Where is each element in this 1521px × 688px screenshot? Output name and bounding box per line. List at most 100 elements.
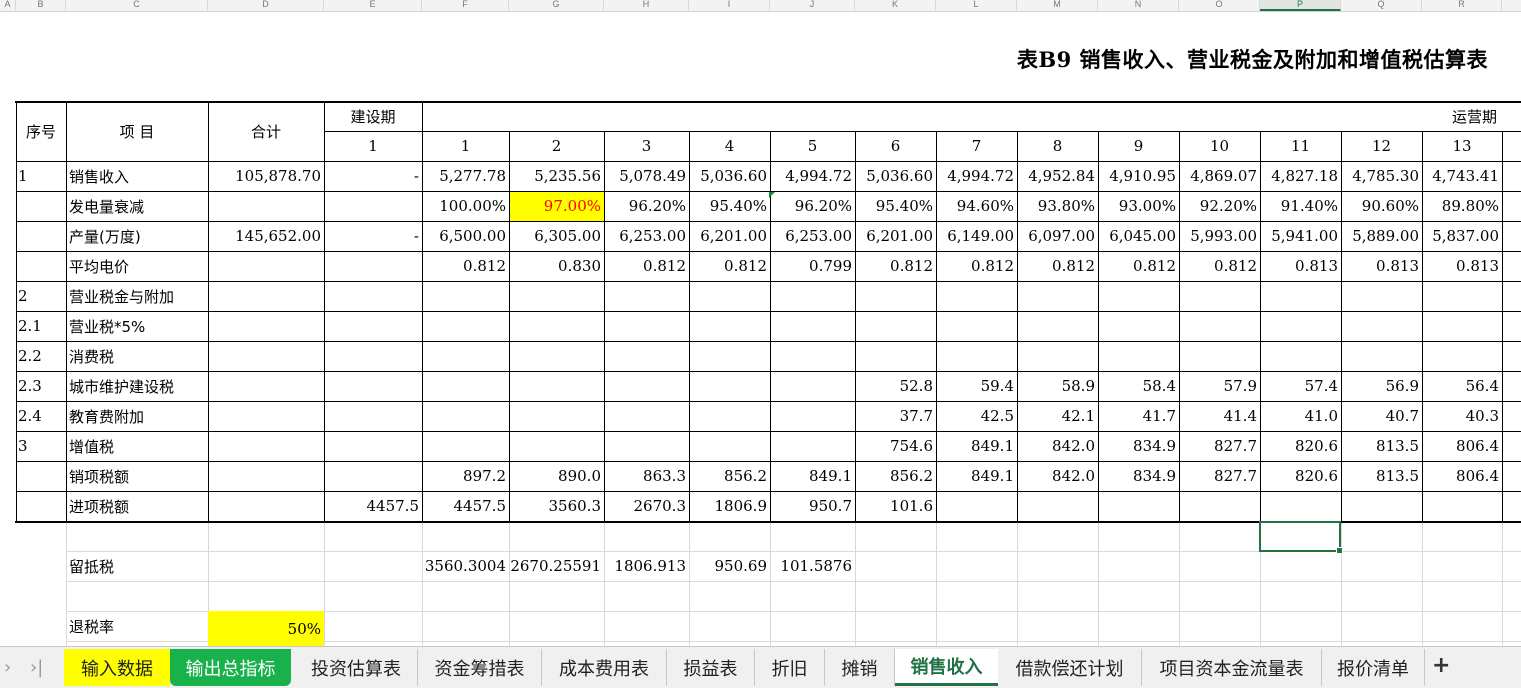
sheet-tab[interactable]: 销售收入: [895, 649, 998, 686]
data-cell[interactable]: 4457.5: [422, 491, 509, 521]
data-cell[interactable]: 834.9: [1098, 461, 1179, 491]
data-cell[interactable]: 4,952.84: [1017, 161, 1098, 191]
data-cell[interactable]: 59.4: [936, 371, 1017, 401]
data-cell[interactable]: [324, 401, 422, 431]
data-cell[interactable]: 97.00%: [509, 191, 604, 221]
plus-icon[interactable]: +: [1432, 653, 1450, 678]
data-cell[interactable]: [1341, 281, 1422, 311]
data-cell[interactable]: 100.00%: [422, 191, 509, 221]
data-cell[interactable]: 1806.9: [689, 491, 770, 521]
data-cell[interactable]: 0.812: [422, 251, 509, 281]
data-cell[interactable]: [936, 281, 1017, 311]
row-item[interactable]: 营业税*5%: [66, 311, 208, 341]
data-cell[interactable]: 4,827.18: [1260, 161, 1341, 191]
data-cell[interactable]: [689, 371, 770, 401]
data-cell[interactable]: [1179, 281, 1260, 311]
data-cell[interactable]: 58.4: [1098, 371, 1179, 401]
data-cell[interactable]: 820.6: [1260, 431, 1341, 461]
header-item[interactable]: 项 目: [66, 101, 208, 161]
row-item[interactable]: 销项税额: [66, 461, 208, 491]
sheet-tab[interactable]: 损益表: [667, 649, 755, 686]
sheet-tab[interactable]: 摊销: [825, 649, 895, 686]
data-cell[interactable]: [604, 431, 689, 461]
data-cell[interactable]: [1179, 491, 1260, 521]
row-total[interactable]: [208, 431, 324, 461]
header-period[interactable]: 13: [1422, 131, 1502, 161]
data-cell[interactable]: 89.80%: [1422, 191, 1502, 221]
data-cell[interactable]: 4,869.07: [1179, 161, 1260, 191]
data-cell[interactable]: 4,910.95: [1098, 161, 1179, 191]
data-cell[interactable]: [1502, 281, 1521, 311]
retained-tax-value[interactable]: 1806.913: [604, 551, 689, 581]
data-cell[interactable]: 5,993.00: [1179, 221, 1260, 251]
data-cell[interactable]: 806.4: [1422, 461, 1502, 491]
data-cell[interactable]: 58.9: [1017, 371, 1098, 401]
data-cell[interactable]: [422, 431, 509, 461]
data-cell[interactable]: 40.7: [1341, 401, 1422, 431]
data-cell[interactable]: [509, 371, 604, 401]
data-cell[interactable]: [1260, 341, 1341, 371]
header-period[interactable]: 1: [422, 131, 509, 161]
data-cell[interactable]: 856.2: [689, 461, 770, 491]
data-cell[interactable]: 57.9: [1179, 371, 1260, 401]
data-cell[interactable]: [1260, 491, 1341, 521]
header-period[interactable]: 1: [324, 131, 422, 161]
data-cell[interactable]: [770, 431, 855, 461]
data-cell[interactable]: [1098, 341, 1179, 371]
sheet-tab[interactable]: 借款偿还计划: [998, 649, 1142, 686]
data-cell[interactable]: 4,994.72: [936, 161, 1017, 191]
row-item[interactable]: 平均电价: [66, 251, 208, 281]
data-cell[interactable]: [1341, 341, 1422, 371]
data-cell[interactable]: [689, 311, 770, 341]
data-cell[interactable]: 0.813: [1422, 251, 1502, 281]
data-cell[interactable]: [1017, 341, 1098, 371]
data-cell[interactable]: 834.9: [1098, 431, 1179, 461]
data-cell[interactable]: [689, 431, 770, 461]
sheet-tab[interactable]: 输入数据: [64, 649, 170, 686]
data-cell[interactable]: 56.4: [1422, 371, 1502, 401]
data-cell[interactable]: 41.7: [1098, 401, 1179, 431]
data-cell[interactable]: 4: [1502, 161, 1521, 191]
data-cell[interactable]: [422, 281, 509, 311]
refund-rate-value[interactable]: 50%: [208, 611, 324, 646]
data-cell[interactable]: 92.20%: [1179, 191, 1260, 221]
data-cell[interactable]: 90.60%: [1341, 191, 1422, 221]
data-cell[interactable]: 0.830: [509, 251, 604, 281]
data-cell[interactable]: -: [324, 221, 422, 251]
data-cell[interactable]: 4457.5: [324, 491, 422, 521]
row-item[interactable]: 销售收入: [66, 161, 208, 191]
data-cell[interactable]: [770, 311, 855, 341]
row-no[interactable]: 2.3: [16, 371, 66, 401]
data-cell[interactable]: [936, 311, 1017, 341]
data-cell[interactable]: 6,201.00: [855, 221, 936, 251]
data-cell[interactable]: [1098, 281, 1179, 311]
data-cell[interactable]: [1502, 341, 1521, 371]
data-cell[interactable]: 93.80%: [1017, 191, 1098, 221]
data-cell[interactable]: 57.4: [1260, 371, 1341, 401]
data-cell[interactable]: 856.2: [855, 461, 936, 491]
data-cell[interactable]: [770, 371, 855, 401]
data-cell[interactable]: 0.813: [1260, 251, 1341, 281]
data-cell[interactable]: 0.812: [1017, 251, 1098, 281]
data-cell[interactable]: [855, 311, 936, 341]
row-total[interactable]: [208, 341, 324, 371]
data-cell[interactable]: 93.00%: [1098, 191, 1179, 221]
data-cell[interactable]: 5,941.00: [1260, 221, 1341, 251]
chevron-left-icon[interactable]: ›: [4, 657, 11, 678]
data-cell[interactable]: 897.2: [422, 461, 509, 491]
row-no[interactable]: 2.4: [16, 401, 66, 431]
data-cell[interactable]: [1179, 311, 1260, 341]
data-cell[interactable]: 37.7: [855, 401, 936, 431]
data-cell[interactable]: 6,253.00: [770, 221, 855, 251]
data-cell[interactable]: 842.0: [1017, 431, 1098, 461]
data-cell[interactable]: 890.0: [509, 461, 604, 491]
row-no[interactable]: 3: [16, 431, 66, 461]
header-period[interactable]: 8: [1017, 131, 1098, 161]
row-total[interactable]: [208, 401, 324, 431]
retained-tax-value[interactable]: 101.5876: [770, 551, 855, 581]
data-cell[interactable]: 6,500.00: [422, 221, 509, 251]
row-no[interactable]: 2.1: [16, 311, 66, 341]
header-period[interactable]: 3: [604, 131, 689, 161]
data-cell[interactable]: [770, 341, 855, 371]
data-cell[interactable]: [1502, 191, 1521, 221]
